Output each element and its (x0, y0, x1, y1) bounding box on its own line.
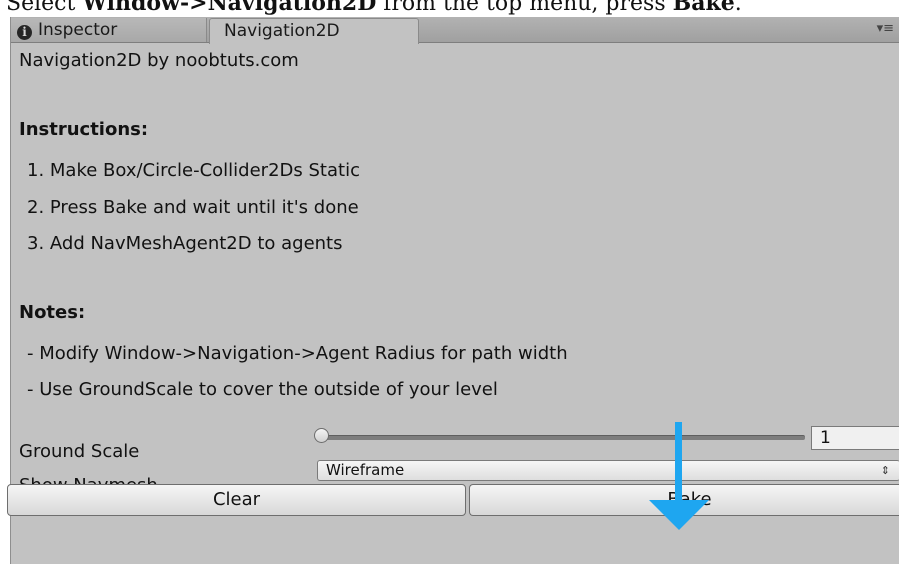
show-navmesh-dropdown[interactable]: Wireframe ⇕ (317, 460, 899, 481)
tab-inspector[interactable]: i Inspector (11, 18, 207, 42)
caption-separator: -> (179, 0, 208, 16)
ground-scale-label: Ground Scale (19, 441, 140, 462)
tab-inspector-label: Inspector (38, 20, 118, 40)
ground-scale-slider-thumb[interactable] (314, 428, 329, 443)
caption-action: Bake (672, 0, 735, 16)
note-item: - Use GroundScale to cover the outside o… (27, 379, 498, 400)
caption-prefix: Select (6, 0, 83, 16)
instruction-item: 2. Press Bake and wait until it's done (27, 197, 359, 218)
title-line: Navigation2D by noobtuts.com (19, 50, 299, 71)
show-navmesh-value: Wireframe (326, 461, 405, 479)
panel-menu-icon[interactable]: ▾≡ (877, 19, 894, 39)
ground-scale-field[interactable]: 1 (811, 426, 899, 450)
instruction-item: 3. Add NavMeshAgent2D to agents (27, 233, 343, 254)
caption-item: Navigation2D (207, 0, 377, 16)
clear-button[interactable]: Clear (7, 484, 466, 516)
instruction-item: 1. Make Box/Circle-Collider2Ds Static (27, 160, 360, 181)
navigation2d-panel: i Inspector Navigation2D ▾≡ Navigation2D … (7, 17, 899, 564)
instructions-heading: Instructions: (19, 119, 149, 140)
caption-end: . (734, 0, 742, 16)
info-icon: i (17, 25, 32, 40)
tab-navigation2d-label: Navigation2D (224, 21, 340, 41)
ground-scale-slider[interactable] (317, 435, 805, 440)
annotation-arrow-icon (649, 500, 709, 530)
tab-navigation2d[interactable]: Navigation2D (209, 18, 419, 44)
caption-middle: from the top menu, press (376, 0, 673, 16)
caption-menu: Window (82, 0, 180, 16)
note-item: - Modify Window->Navigation->Agent Radiu… (27, 343, 568, 364)
dropdown-arrow-icon: ⇕ (880, 464, 890, 477)
tab-bar: i Inspector Navigation2D ▾≡ (11, 17, 899, 44)
notes-heading: Notes: (19, 302, 86, 323)
